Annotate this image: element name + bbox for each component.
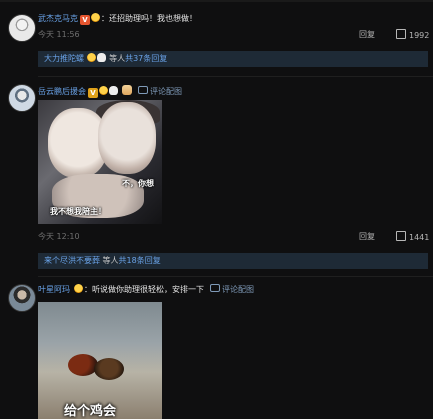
emoji-icon xyxy=(91,13,100,22)
verified-badge: V xyxy=(80,15,90,25)
avatar[interactable] xyxy=(8,284,36,312)
emoji-icon xyxy=(74,284,83,293)
thumb-up-icon xyxy=(396,231,406,241)
comment-line: 武杰克马克 V ：还招助理吗！我也想做！ xyxy=(38,13,197,25)
divider xyxy=(38,76,433,77)
replies-others: 等人 xyxy=(102,256,119,265)
image-caption: 我不想我陪主！ xyxy=(50,207,106,216)
reply-button[interactable]: 回复 xyxy=(359,231,375,242)
view-image-link[interactable]: 评论配图 xyxy=(138,86,182,96)
reply-username[interactable]: 大力推陀螺 xyxy=(44,54,84,63)
comment-image[interactable]: 给个鸡会 xyxy=(38,302,162,419)
username[interactable]: 叶星阿玛 xyxy=(38,285,70,294)
divider xyxy=(38,276,433,277)
username[interactable]: 岳云鹏后援会 xyxy=(38,87,86,96)
like-button[interactable]: 1992 xyxy=(396,29,429,40)
replies-count[interactable]: 共18条回复 xyxy=(119,256,161,265)
top-divider xyxy=(0,0,433,2)
comment-image[interactable]: 不，你想 我不想我陪主！ xyxy=(38,100,162,224)
thumb-up-icon xyxy=(396,29,406,39)
like-count: 1441 xyxy=(409,233,430,242)
skull-icon xyxy=(109,86,118,95)
replies-others: 等人 xyxy=(109,54,126,63)
verified-badge: V xyxy=(88,88,98,98)
avatar[interactable] xyxy=(8,84,36,112)
reply-username[interactable]: 来个尽洪不要葬 xyxy=(44,256,100,265)
username[interactable]: 武杰克马克 xyxy=(38,14,78,23)
comment-line: 叶星阿玛 ：听说做你助理很轻松，安排一下 评论配图 xyxy=(38,284,254,295)
skull-icon xyxy=(96,53,106,62)
image-caption: 不，你想 xyxy=(122,179,154,188)
emoji-icon xyxy=(99,86,108,95)
dog-emoji-icon xyxy=(122,85,132,95)
comment-text: ：听说做你助理很轻松，安排一下 xyxy=(84,285,204,294)
comment-time: 今天 12:10 xyxy=(38,232,80,241)
emoji-icon xyxy=(86,53,96,62)
comment-time: 今天 11:56 xyxy=(38,30,80,39)
avatar[interactable] xyxy=(8,14,36,42)
reply-button[interactable]: 回复 xyxy=(359,29,375,40)
image-caption: 给个鸡会 xyxy=(64,404,117,419)
replies-count[interactable]: 共37条回复 xyxy=(125,54,167,63)
view-image-link[interactable]: 评论配图 xyxy=(210,284,254,294)
comment-image-icon xyxy=(138,86,148,94)
replies-summary[interactable]: 来个尽洪不要葬 等人共18条回复 xyxy=(38,253,428,269)
comment-text: ：还招助理吗！我也想做！ xyxy=(101,14,197,23)
like-count: 1992 xyxy=(409,31,430,40)
comment-line: 岳云鹏后援会 V 评论配图 xyxy=(38,85,182,98)
comment-image-icon xyxy=(210,284,220,292)
like-button[interactable]: 1441 xyxy=(396,231,429,242)
replies-summary[interactable]: 大力推陀螺 等人共37条回复 xyxy=(38,51,428,67)
